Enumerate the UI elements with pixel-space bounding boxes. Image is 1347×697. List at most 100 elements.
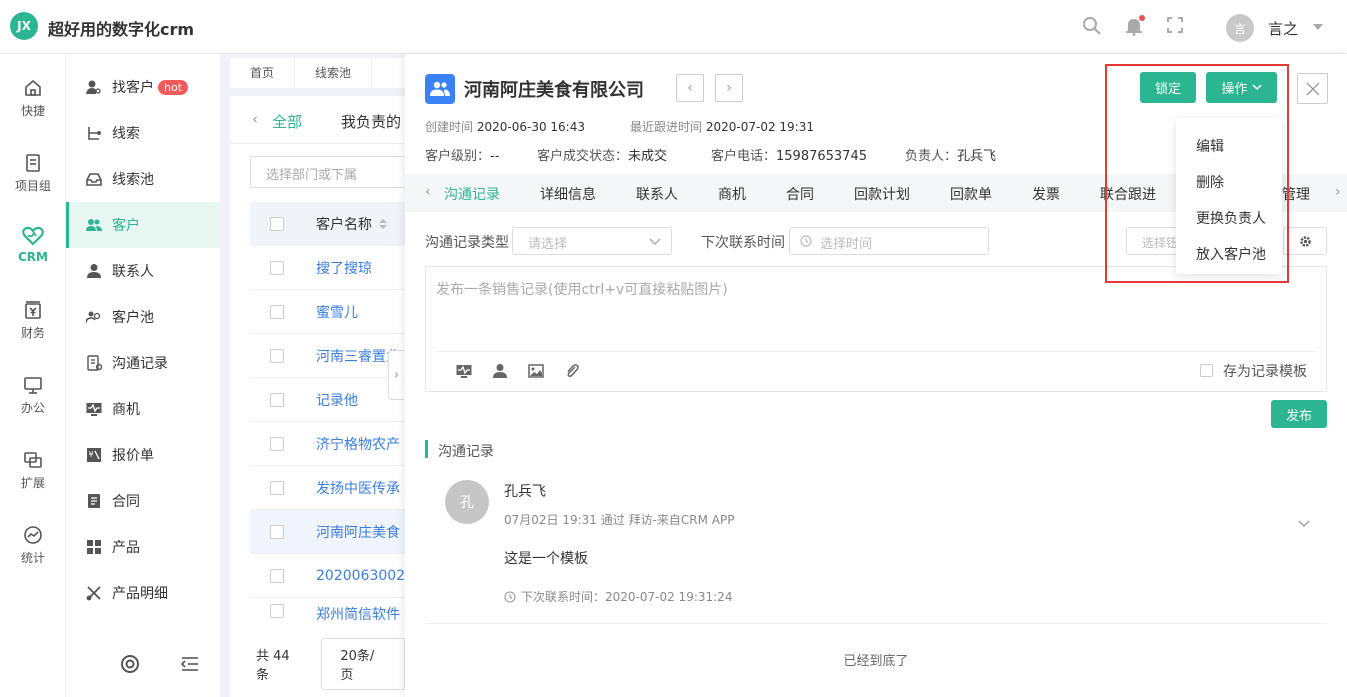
chevron-left-icon[interactable]: ‹	[252, 110, 258, 128]
tab-payments[interactable]: 回款单	[950, 184, 992, 204]
rail-item-extend[interactable]: 扩展	[0, 450, 66, 510]
contact-attach-icon[interactable]	[492, 363, 508, 383]
fullscreen-icon[interactable]	[1166, 16, 1186, 36]
crumb-lead-pool[interactable]: 线索池	[295, 58, 373, 88]
subnav-item-quotes[interactable]: ¥ 报价单	[66, 432, 220, 478]
rail-item-projects[interactable]: 项目组	[0, 153, 66, 213]
rail-item-office[interactable]: 办公	[0, 375, 66, 435]
table-row[interactable]: 2020063002	[250, 554, 405, 598]
paperclip-icon[interactable]	[564, 363, 580, 383]
collapse-menu-icon[interactable]	[180, 654, 200, 678]
row-checkbox[interactable]	[270, 348, 284, 363]
subnav-item-lead-pool[interactable]: 线索池	[66, 156, 220, 202]
tab-mine[interactable]: 我负责的	[341, 111, 401, 132]
subnav-item-products[interactable]: 产品	[66, 524, 220, 570]
table-row[interactable]: 郑州简信软件	[250, 598, 405, 634]
user-avatar[interactable]: 言	[1226, 14, 1254, 42]
opportunity-attach-icon[interactable]	[456, 363, 472, 383]
table-row[interactable]: 河南三睿置业	[250, 334, 405, 378]
user-name[interactable]: 言之	[1268, 18, 1298, 39]
record-expand-icon[interactable]	[1298, 516, 1310, 532]
gear-icon[interactable]	[1283, 227, 1327, 255]
tab-contracts[interactable]: 合同	[786, 184, 814, 204]
customer-list-pane: 首页 线索池 ‹ 全部 我负责的 选择部门或下属 客户名称 搜了搜琼 蜜雪儿 河…	[230, 54, 410, 697]
tab-all[interactable]: 全部	[272, 111, 302, 132]
image-icon[interactable]	[528, 363, 544, 383]
row-checkbox[interactable]	[270, 260, 284, 275]
subnav-item-customer-pool[interactable]: 客户池	[66, 294, 220, 340]
prev-record-button[interactable]: ‹	[676, 74, 704, 102]
record-icon	[87, 355, 102, 371]
page-size-select[interactable]: 20条/页	[321, 637, 405, 690]
rail-label: 扩展	[20, 476, 45, 490]
chevron-down-icon[interactable]	[1313, 24, 1323, 30]
crumb-home[interactable]: 首页	[230, 58, 296, 88]
customer-link[interactable]: 蜜雪儿	[316, 302, 358, 322]
subnav-label: 客户池	[112, 310, 154, 326]
subnav-label: 产品	[112, 540, 140, 556]
customer-link[interactable]: 记录他	[316, 390, 358, 410]
close-button[interactable]	[1297, 73, 1328, 104]
rail-item-finance[interactable]: 财务	[0, 300, 66, 360]
row-checkbox[interactable]	[270, 392, 284, 407]
chevron-down-icon	[649, 238, 661, 245]
quote-icon: ¥	[87, 448, 101, 462]
subnav-item-find-customer[interactable]: 找客户 hot	[66, 64, 220, 110]
customer-link[interactable]: 2020063002	[316, 568, 405, 584]
record-type-select[interactable]: 请选择	[512, 227, 672, 255]
table-row[interactable]: 发扬中医传承	[250, 466, 405, 510]
settings-circle-icon[interactable]	[120, 654, 140, 678]
customer-link[interactable]: 济宁格物农产	[316, 434, 400, 454]
divider	[425, 623, 1327, 624]
customer-link[interactable]: 郑州简信软件	[316, 604, 400, 624]
chevron-right-icon[interactable]: ›	[1335, 184, 1341, 200]
tab-details[interactable]: 详细信息	[540, 184, 596, 204]
next-contact-date-picker[interactable]: 选择时间	[789, 227, 989, 255]
customer-link[interactable]: 河南阿庄美食	[316, 522, 400, 542]
tab-opportunities[interactable]: 商机	[718, 184, 746, 204]
tab-invoices[interactable]: 发票	[1032, 184, 1060, 204]
tab-communication[interactable]: 沟通记录	[444, 184, 500, 204]
subnav-item-product-detail[interactable]: 产品明细	[66, 570, 220, 616]
next-record-button[interactable]: ›	[715, 74, 743, 102]
table-row-selected[interactable]: 河南阿庄美食	[250, 510, 405, 554]
tab-contacts[interactable]: 联系人	[636, 184, 678, 204]
tab-payment-plan[interactable]: 回款计划	[854, 184, 910, 204]
crm-sub-nav: 找客户 hot 线索 线索池 客户 联系人 客户池 沟通记录 商机 ¥ 报价单 …	[66, 54, 220, 697]
subnav-item-leads[interactable]: 线索	[66, 110, 220, 156]
rail-item-crm[interactable]: CRM	[0, 226, 66, 286]
subnav-item-opportunities[interactable]: 商机	[66, 386, 220, 432]
customer-link[interactable]: 搜了搜琼	[316, 258, 372, 278]
table-row[interactable]: 蜜雪儿	[250, 290, 405, 334]
row-checkbox[interactable]	[270, 524, 284, 539]
record-editor[interactable]: 发布一条销售记录(使用ctrl+v可直接粘贴图片) 存为记录模板	[425, 266, 1327, 392]
chevron-left-icon[interactable]: ‹	[425, 184, 431, 200]
subnav-item-contacts[interactable]: 联系人	[66, 248, 220, 294]
publish-button[interactable]: 发布	[1271, 400, 1327, 428]
subnav-label: 线索	[112, 126, 140, 142]
customer-link[interactable]: 发扬中医传承	[316, 478, 400, 498]
subnav-item-customers[interactable]: 客户	[66, 202, 220, 248]
row-checkbox[interactable]	[270, 480, 284, 495]
select-all-checkbox[interactable]	[270, 217, 284, 231]
person-search-icon	[86, 80, 101, 94]
rail-item-shortcut[interactable]: 快捷	[0, 78, 66, 138]
table-row[interactable]: 济宁格物农产	[250, 422, 405, 466]
rail-label: 财务	[20, 326, 45, 340]
save-template-label[interactable]: 存为记录模板	[1223, 361, 1307, 381]
row-checkbox[interactable]	[270, 604, 284, 618]
collapse-panel-button[interactable]: ›	[388, 350, 404, 400]
subnav-item-communication[interactable]: 沟通记录	[66, 340, 220, 386]
subnav-item-contracts[interactable]: 合同	[66, 478, 220, 524]
search-icon[interactable]	[1082, 16, 1102, 36]
row-checkbox[interactable]	[270, 568, 284, 583]
dept-select[interactable]: 选择部门或下属	[250, 156, 410, 188]
rail-item-stats[interactable]: 统计	[0, 525, 66, 585]
row-checkbox[interactable]	[270, 436, 284, 451]
table-row[interactable]: 记录他	[250, 378, 405, 422]
column-customer-name[interactable]: 客户名称	[316, 214, 372, 234]
row-checkbox[interactable]	[270, 304, 284, 319]
save-template-checkbox[interactable]	[1200, 364, 1213, 377]
sort-icon[interactable]	[378, 218, 388, 230]
table-row[interactable]: 搜了搜琼	[250, 246, 405, 290]
